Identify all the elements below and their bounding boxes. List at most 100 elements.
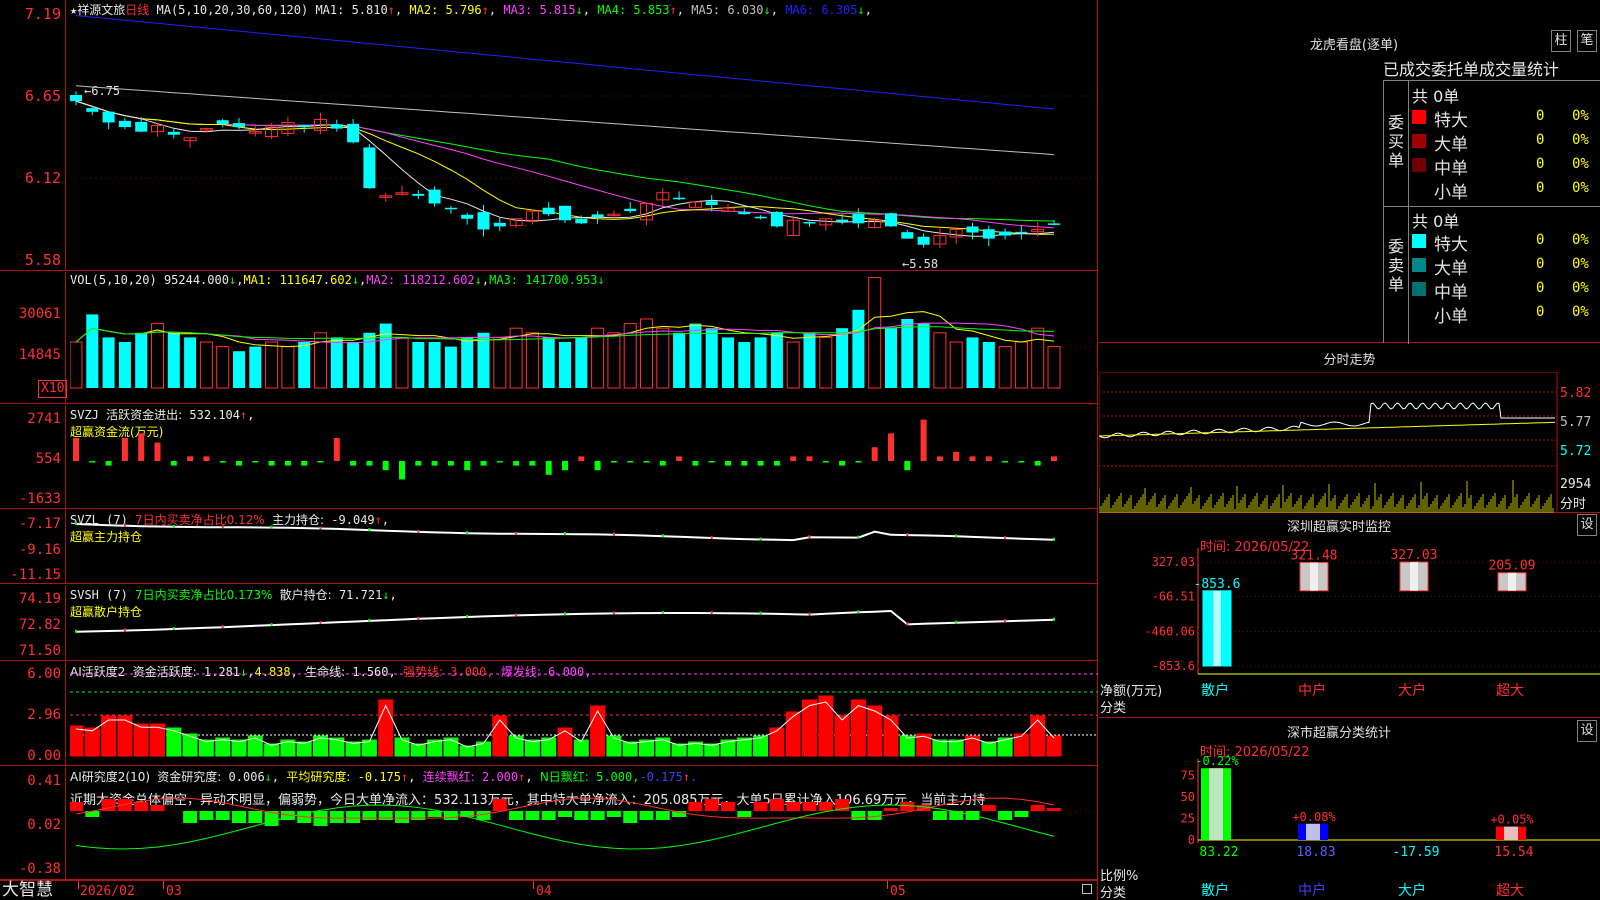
candlestick-chart[interactable]: ←6.75 ←5.58 (70, 0, 1098, 271)
svzj-bar (708, 461, 715, 463)
svzl-line-dot (123, 523, 126, 527)
intraday-title: 分时走势 (1323, 353, 1376, 368)
vol-pane[interactable]: VOL(5,10,20) 95244.000↓,MA1: 111647.602↓… (0, 272, 1098, 404)
vol-bar-down (901, 319, 914, 388)
air-bar (134, 802, 149, 811)
intraday-panel[interactable]: 分时走势 5.82 5.77 5.72 2954 分时 (1099, 344, 1600, 513)
sz-class-category: 中户 (1298, 882, 1326, 899)
air-bar (313, 811, 328, 826)
table-divider (1384, 206, 1600, 207)
air-bar (737, 811, 752, 817)
ai-research-pane[interactable]: AI研究度2(10) 资金研究度: 0.006↓, 平均研究度: -0.175↑… (0, 767, 1098, 880)
ai-bar (671, 743, 687, 757)
sz-class-value-label: 15.54 (1494, 845, 1533, 860)
air-bar (639, 811, 654, 820)
vol-bar-down (705, 328, 718, 388)
svzj-bar (888, 433, 894, 461)
vol-bar-up (493, 336, 507, 389)
air-bar (150, 805, 165, 811)
intraday-vol-label: 2954 (1560, 477, 1592, 492)
vol-y-axis: 30061 14845 X10 (0, 272, 68, 404)
sz-class-chart[interactable]: 75 50 25 0 -0.22% 83.22 散户 +0.08% 18.83 中户 -17.59 大… (1099, 719, 1600, 900)
svzj-chart[interactable] (70, 405, 1098, 509)
svzl-pane[interactable]: SVZL (7) 7日内买卖净占比0.12% 主力持仓: -9.049↑, 超赢… (0, 510, 1098, 584)
candle-body-down (216, 120, 229, 125)
svzl-y-label: -9.16 (18, 542, 61, 558)
vol-bar-up (868, 277, 882, 389)
svzj-bar (676, 456, 683, 461)
candle-body-down (102, 111, 115, 123)
order-count: 0 (1536, 108, 1545, 124)
air-bar (509, 811, 524, 820)
ai-bar (557, 727, 573, 757)
svzl-line-dot (759, 537, 762, 541)
vol-unit-badge[interactable]: X10 (38, 380, 68, 398)
sz-monitor-bar-highlight (1410, 562, 1418, 591)
ai-bar (606, 735, 622, 757)
ai-bar (264, 743, 280, 757)
svzj-bar (969, 456, 976, 461)
vol-bar-up (281, 346, 295, 389)
x-tick (887, 881, 888, 889)
svzj-bar (985, 456, 992, 461)
sz-monitor-axis-label2: 分类 (1100, 701, 1127, 716)
sell-side-label: 委卖单 (1387, 237, 1404, 294)
lock-icon[interactable] (1082, 884, 1092, 894)
svzj-pane[interactable]: SVZJ 活跃资金进出: 532.104↑, 超赢资金流(万元) (0, 405, 1098, 509)
air-bar (769, 799, 784, 811)
intraday-chart[interactable] (1099, 372, 1600, 513)
x-label: 05 (890, 884, 906, 899)
svzj-y-label: 554 (35, 451, 61, 467)
svzj-bar (659, 461, 666, 466)
svsh-line-dot (123, 628, 126, 632)
vol-bar-down (885, 328, 897, 388)
svzl-line-dot (906, 533, 909, 537)
ai-research-chart[interactable] (70, 767, 1098, 880)
ai-active-pane[interactable]: AI活跃度2 资金活跃度: 1.281↓,4.838, 生命线: 1.560, … (0, 662, 1098, 766)
sz-monitor-category: 中户 (1298, 682, 1326, 699)
vol-bar-down (852, 309, 865, 388)
svzj-bar (89, 461, 96, 463)
air-bar (558, 811, 572, 817)
order-pct: 0% (1572, 280, 1589, 296)
svzj-bar (610, 461, 617, 463)
intraday-y-label: 5.77 (1560, 415, 1592, 430)
svsh-chart[interactable] (70, 585, 1098, 661)
vol-bar-down (298, 342, 311, 388)
bar-mode-button[interactable]: 柱 (1551, 30, 1571, 52)
svsh-pane[interactable]: SVSH (7) 7日内买卖净占比0.173% 散户持仓: 71.721↓, 超… (0, 585, 1098, 661)
svsh-line-dot (564, 612, 566, 616)
svsh-line-dot (808, 612, 811, 616)
svzj-bar (187, 456, 194, 461)
svzj-bar (757, 461, 764, 466)
svzj-bar (333, 438, 340, 461)
svzj-bar (154, 442, 161, 461)
air-bar (704, 799, 719, 811)
candle-body-down (86, 108, 99, 112)
kline-pane[interactable]: ★祥源文旅日线 MA(5,10,20,30,60,120) MA1: 5.810… (0, 0, 1098, 271)
svzl-line-dot (515, 531, 518, 535)
order-pct: 0% (1572, 132, 1589, 148)
volume-chart[interactable] (70, 272, 1098, 404)
ai-bar (850, 699, 866, 757)
svsh-line-dot (710, 611, 713, 615)
air-bar (998, 811, 1013, 820)
sz-class-y-label: 0 (1188, 833, 1195, 847)
candle-body-down (428, 189, 441, 204)
svzj-bar (871, 447, 878, 461)
brand-logo: 大智慧 (2, 880, 53, 900)
ai-bar (345, 741, 361, 757)
order-table: 委买单 委卖单 共 0单 共 0单 特大 0 0% 大单 0 0% 中单 0 0% 小单 0 0% 特… (1383, 80, 1600, 344)
sz-monitor-category: 散户 (1201, 682, 1229, 699)
ai-bar (492, 715, 508, 757)
vol-bar-down (559, 342, 571, 388)
ai-bar (70, 725, 84, 757)
tick-mode-button[interactable]: 笔 (1577, 30, 1597, 52)
ai-active-chart[interactable] (70, 662, 1098, 766)
sz-monitor-category: 大户 (1398, 682, 1426, 699)
svzl-chart[interactable] (70, 510, 1098, 584)
sz-monitor-chart[interactable]: 327.03 -66.51 -460.06 -853.6 -853.6 散户 321.48 中… (1099, 514, 1600, 718)
ai-bar (932, 739, 948, 757)
air-y-label: -0.38 (18, 861, 61, 877)
svsh-line-dot (661, 611, 664, 615)
